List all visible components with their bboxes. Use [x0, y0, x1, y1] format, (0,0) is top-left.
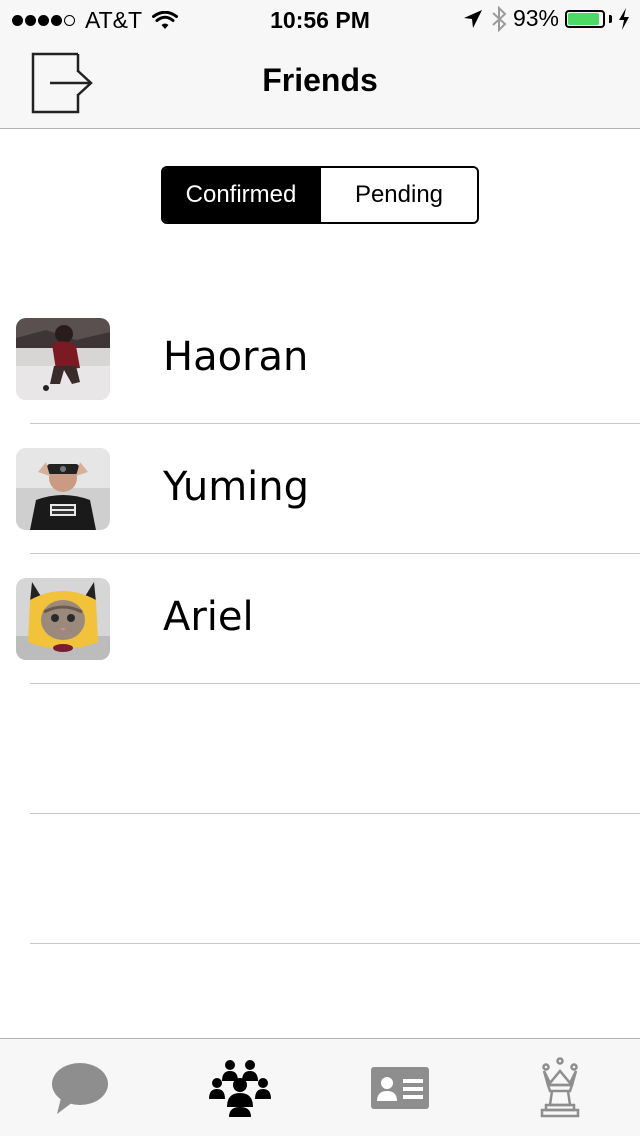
status-right: 93%: [463, 5, 630, 32]
list-item[interactable]: Yuming: [0, 424, 640, 554]
friend-name: Haoran: [163, 334, 309, 380]
location-arrow-icon: [463, 9, 482, 28]
page-title: Friends: [262, 62, 378, 98]
battery-percent: 93%: [512, 5, 559, 31]
friends-filter-segmented-control: Confirmed Pending: [161, 166, 479, 224]
tab-bar: [0, 1038, 640, 1136]
battery-fill: [568, 12, 600, 25]
navigation-bar: Friends: [0, 40, 640, 129]
list-item[interactable]: Ariel: [0, 554, 640, 684]
avatar: [16, 318, 110, 400]
bluetooth-icon: [492, 5, 507, 32]
tab-profile[interactable]: [320, 1039, 480, 1136]
empty-list-row: [0, 684, 640, 814]
tab-friends[interactable]: [160, 1039, 320, 1136]
friend-list: Haoran Yuming Ariel: [0, 294, 640, 944]
list-item[interactable]: Haoran: [0, 294, 640, 424]
segment-pending[interactable]: Pending: [319, 168, 477, 222]
segment-confirmed[interactable]: Confirmed: [163, 168, 319, 222]
charging-bolt-icon: [619, 7, 629, 30]
avatar: [16, 578, 110, 660]
battery-cap: [609, 14, 612, 23]
battery-icon: [565, 9, 605, 28]
chess-queen-icon: [540, 1057, 580, 1118]
contact-card-icon: [371, 1067, 429, 1109]
group-icon: [209, 1060, 271, 1117]
status-bar: AT&T 10:56 PM 93%: [0, 0, 640, 40]
friends-screen: AT&T 10:56 PM 93% Friends Confirmed Pend…: [0, 0, 640, 1136]
tab-chats[interactable]: [0, 1039, 160, 1136]
tab-games[interactable]: [480, 1039, 640, 1136]
avatar: [16, 448, 110, 530]
empty-list-row: [0, 814, 640, 944]
friend-name: Yuming: [163, 464, 310, 510]
row-separator: [30, 943, 640, 944]
friend-name: Ariel: [163, 594, 254, 640]
chat-bubble-icon: [52, 1063, 108, 1114]
